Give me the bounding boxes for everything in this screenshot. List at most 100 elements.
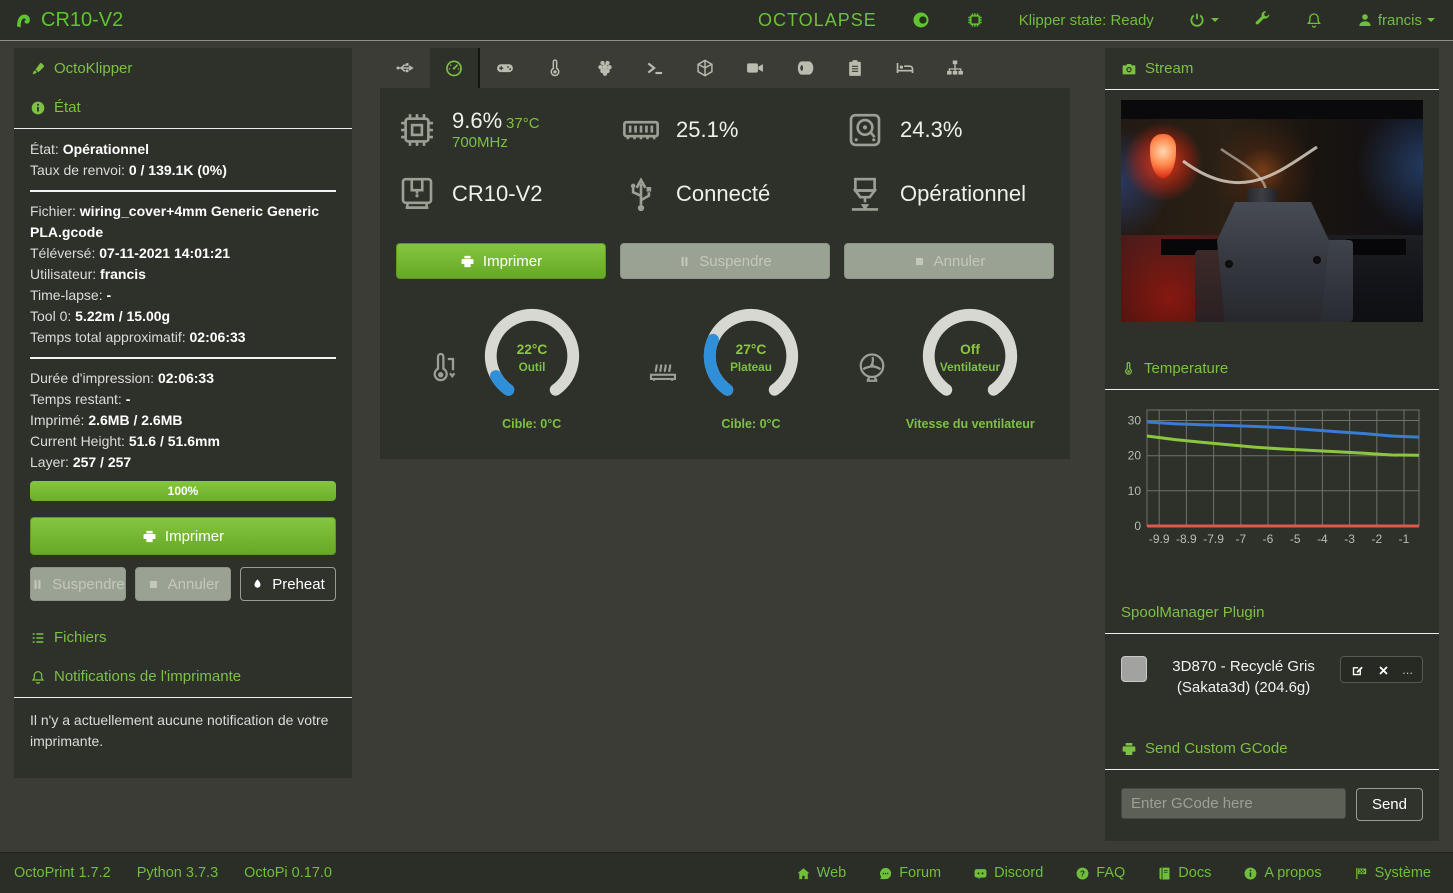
printer-profile: CR10-V2 xyxy=(452,181,543,206)
pause-button-label: Suspendre xyxy=(52,575,125,593)
spool-item: 3D870 - Recyclé Gris (Sakata3d) (204.6g)… xyxy=(1105,644,1439,702)
cpu-icon xyxy=(401,113,433,146)
plugin-chip-button[interactable] xyxy=(965,10,985,30)
printer-3d-icon xyxy=(401,177,433,209)
footer-link-system[interactable]: Système xyxy=(1354,865,1431,881)
octoprint-logo-icon xyxy=(17,14,30,28)
print-button[interactable]: Imprimer xyxy=(30,517,336,555)
tab-connection[interactable] xyxy=(380,48,430,88)
footer-link-web[interactable]: Web xyxy=(796,865,847,881)
settings-button[interactable] xyxy=(1253,11,1271,29)
svg-text:-2: -2 xyxy=(1371,532,1382,546)
sidebar: OctoKlipper État État: Opérationnel Taux… xyxy=(14,48,352,778)
nav-octolapse[interactable]: OCTOLAPSE xyxy=(758,10,877,31)
paper-roll-icon xyxy=(797,61,814,75)
home-icon xyxy=(797,867,810,879)
user-menu[interactable]: francis xyxy=(1357,12,1435,29)
octoprint-version-link[interactable]: OctoPrint 1.7.2 xyxy=(14,865,111,881)
cancel-button[interactable]: Annuler xyxy=(844,243,1054,279)
footer-link-label: Forum xyxy=(899,865,942,881)
tab-spoolmanager[interactable] xyxy=(780,48,830,88)
print-button-label: Imprimer xyxy=(164,527,225,545)
tab-gcode-editor[interactable] xyxy=(830,48,880,88)
wrench-icon xyxy=(1255,11,1270,25)
state-line: État: Opérationnel xyxy=(30,141,150,157)
stream-header[interactable]: Stream xyxy=(1105,48,1439,83)
camera-icon xyxy=(1122,63,1136,74)
tab-terminal[interactable] xyxy=(630,48,680,88)
svg-text:30: 30 xyxy=(1128,414,1142,428)
cube-icon xyxy=(697,59,713,77)
heated-bed-icon xyxy=(649,364,677,381)
edit-spool-button[interactable] xyxy=(1350,661,1365,678)
tab-bed-visualizer[interactable] xyxy=(880,48,930,88)
gamepad-icon xyxy=(497,64,513,73)
gcode-input[interactable] xyxy=(1121,788,1346,819)
microchip-icon xyxy=(968,13,982,27)
preheat-button[interactable]: Preheat xyxy=(240,567,336,601)
usb-icon xyxy=(396,63,414,73)
more-spools-button[interactable]: ... xyxy=(1402,662,1413,677)
list-icon xyxy=(32,632,44,643)
memory-icon xyxy=(623,120,659,139)
tab-plugin-manager[interactable] xyxy=(930,48,980,88)
send-gcode-header[interactable]: Send Custom GCode xyxy=(1105,728,1439,763)
tab-control[interactable] xyxy=(480,48,530,88)
pause-icon xyxy=(681,256,688,266)
svg-text:-8.9: -8.9 xyxy=(1176,532,1197,546)
sidebar-item-notifications[interactable]: Notifications de l'imprimante xyxy=(14,652,352,691)
cpu-temp: 37°C xyxy=(506,115,540,132)
send-gcode-button[interactable]: Send xyxy=(1355,788,1423,821)
info-circle-icon xyxy=(1244,867,1257,879)
footer-link-faq[interactable]: ? FAQ xyxy=(1075,865,1125,881)
ram-stat: 25.1% xyxy=(620,108,830,151)
bed-gauge-caption: Cible: 0°C xyxy=(721,417,781,431)
file-line: Fichier: wiring_cover+4mm Generic Generi… xyxy=(30,203,320,240)
tab-dashboard[interactable] xyxy=(430,48,480,88)
svg-text:22°C: 22°C xyxy=(516,342,547,357)
footer-link-about[interactable]: A propos xyxy=(1243,865,1322,881)
sidebar-item-state[interactable]: État xyxy=(14,83,352,122)
thermometer-icon xyxy=(433,352,456,382)
divider xyxy=(1105,633,1439,634)
footer-link-docs[interactable]: Docs xyxy=(1157,865,1211,881)
octolapse-toggle-button[interactable] xyxy=(911,10,931,30)
footer-link-label: Web xyxy=(816,865,847,881)
tab-temperature[interactable] xyxy=(530,48,580,88)
pause-button[interactable]: Suspendre xyxy=(620,243,830,279)
app-brand[interactable]: CR10-V2 xyxy=(12,9,123,32)
octopi-version-link[interactable]: OctoPi 0.17.0 xyxy=(244,865,332,881)
print-button[interactable]: Imprimer xyxy=(396,243,606,279)
svg-text:-5: -5 xyxy=(1290,532,1301,546)
temperature-chart: -9.9 -8.9 -7.9 -7 -6 -5 -4 -3 -2 -1 0 10 20 30 xyxy=(1128,409,1420,546)
footer-link-discord[interactable]: Discord xyxy=(973,865,1043,881)
svg-text:-4: -4 xyxy=(1317,532,1328,546)
disk-percent: 24.3% xyxy=(900,116,963,142)
deselect-spool-button[interactable] xyxy=(1377,661,1390,677)
webcam-part-hole xyxy=(1313,256,1321,264)
hdd-icon xyxy=(849,113,881,146)
temperature-header[interactable]: Temperature xyxy=(1105,348,1439,383)
python-version-link[interactable]: Python 3.7.3 xyxy=(137,865,218,881)
system-power-menu[interactable] xyxy=(1188,11,1219,29)
sidebar-item-octoklipper[interactable]: OctoKlipper xyxy=(14,48,352,83)
svg-text:20: 20 xyxy=(1128,449,1142,463)
cpu-percent: 9.6% xyxy=(452,108,503,133)
sidebar-item-files[interactable]: Fichiers xyxy=(14,611,352,652)
bell-icon xyxy=(31,670,45,684)
spoolmanager-header[interactable]: SpoolManager Plugin xyxy=(1105,592,1439,627)
cancel-button[interactable]: Annuler xyxy=(135,567,231,601)
announcements-button[interactable] xyxy=(1305,11,1323,29)
svg-text:Ventilateur: Ventilateur xyxy=(940,361,1001,374)
tab-gcode-viewer[interactable] xyxy=(680,48,730,88)
spool-color-swatch[interactable] xyxy=(1121,656,1147,682)
tab-timelapse[interactable] xyxy=(730,48,780,88)
pause-button[interactable]: Suspendre xyxy=(30,567,126,601)
file-line: Utilisateur: francis xyxy=(30,266,146,282)
footer-link-forum[interactable]: Forum xyxy=(878,865,941,881)
divider xyxy=(1105,769,1439,770)
svg-text:0: 0 xyxy=(1134,519,1141,533)
extruder-icon xyxy=(851,177,879,211)
tab-octopi[interactable] xyxy=(580,48,630,88)
preheat-button-label: Preheat xyxy=(272,575,325,593)
